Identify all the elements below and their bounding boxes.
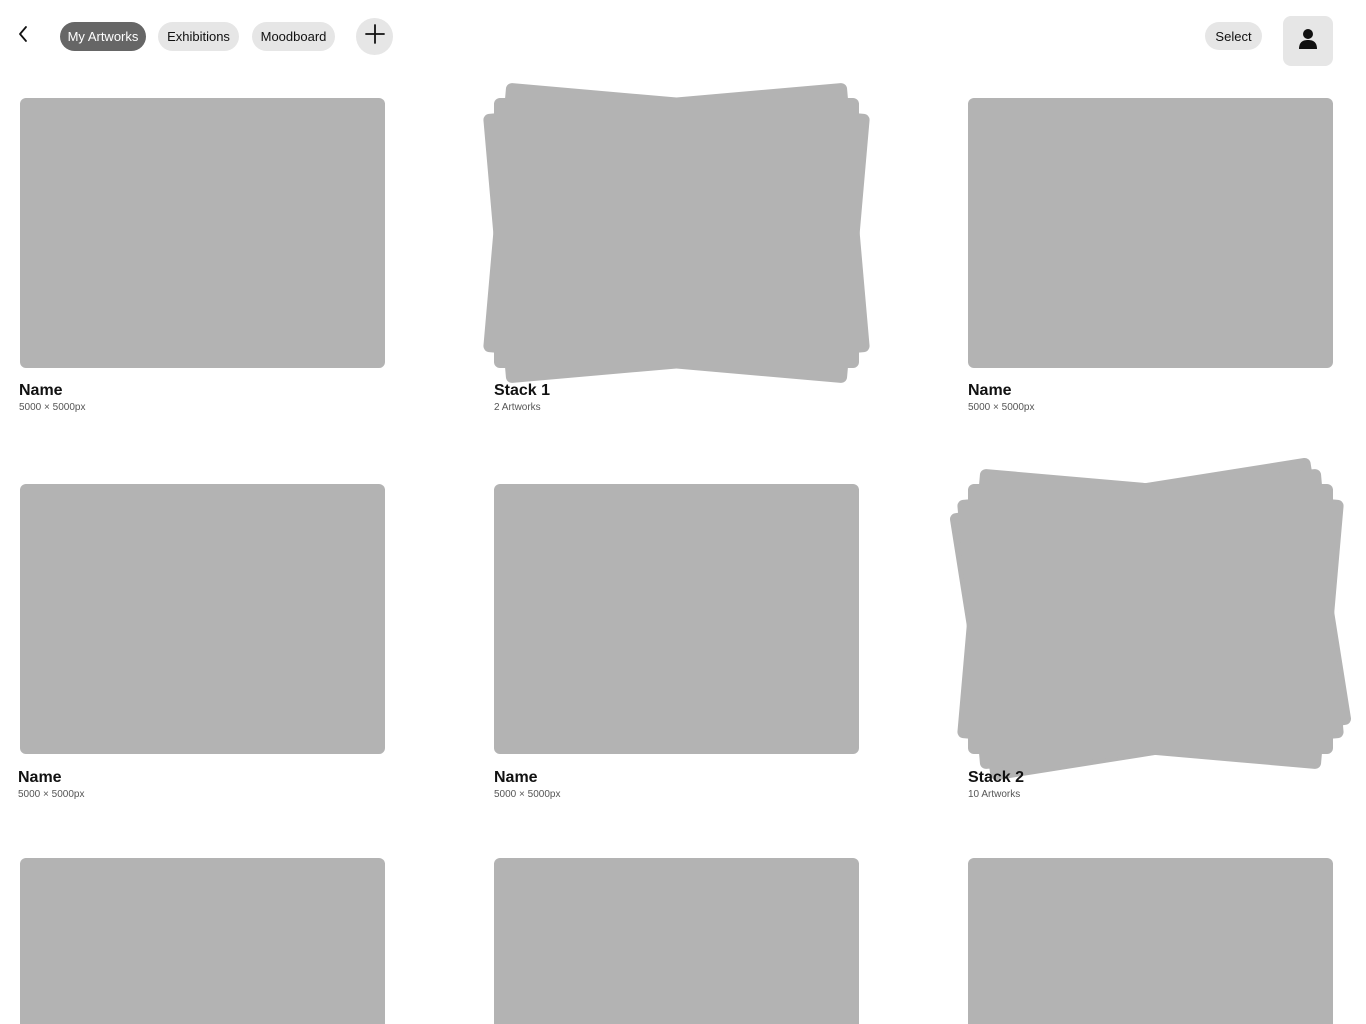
- back-button[interactable]: [10, 22, 36, 50]
- artwork-size: 5000 × 5000px: [494, 789, 561, 800]
- profile-button[interactable]: [1283, 16, 1333, 66]
- select-label: Select: [1215, 28, 1252, 44]
- artwork-thumbnail[interactable]: [494, 858, 859, 1024]
- tab-label: My Artworks: [67, 29, 139, 44]
- chevron-left-icon: [17, 25, 29, 48]
- artwork-thumbnail[interactable]: [20, 858, 385, 1024]
- artwork-thumbnail[interactable]: [494, 484, 859, 754]
- stack-name: Stack 1: [494, 382, 551, 399]
- artwork-thumbnail[interactable]: [20, 484, 385, 754]
- select-button[interactable]: Select: [1205, 22, 1262, 50]
- tab-moodboard[interactable]: Moodboard: [252, 22, 335, 51]
- artwork-name: Name: [19, 382, 63, 399]
- artworks-screen: My Artworks Exhibitions Moodboard Select…: [0, 0, 1366, 1024]
- add-button[interactable]: [356, 18, 393, 55]
- stack-count: 10 Artworks: [968, 789, 1021, 800]
- artwork-size: 5000 × 5000px: [968, 402, 1035, 413]
- user-icon: [1298, 28, 1318, 55]
- tab-my-artworks[interactable]: My Artworks: [60, 22, 146, 51]
- plus-icon: [364, 24, 385, 49]
- artwork-thumbnail[interactable]: [968, 98, 1333, 368]
- artwork-thumbnail[interactable]: [20, 98, 385, 368]
- tab-label: Moodboard: [260, 29, 327, 44]
- stack-count: 2 Artworks: [494, 402, 541, 413]
- artwork-name: Name: [18, 769, 62, 786]
- artwork-size: 5000 × 5000px: [19, 402, 86, 413]
- artwork-name: Name: [494, 769, 538, 786]
- stack-layer: [494, 98, 859, 368]
- artwork-thumbnail[interactable]: [968, 858, 1333, 1024]
- tab-exhibitions[interactable]: Exhibitions: [158, 22, 239, 51]
- tab-label: Exhibitions: [167, 29, 230, 44]
- stack-layer: [968, 484, 1333, 754]
- stack-name: Stack 2: [968, 769, 1025, 786]
- artwork-size: 5000 × 5000px: [18, 789, 85, 800]
- artwork-name: Name: [968, 382, 1012, 399]
